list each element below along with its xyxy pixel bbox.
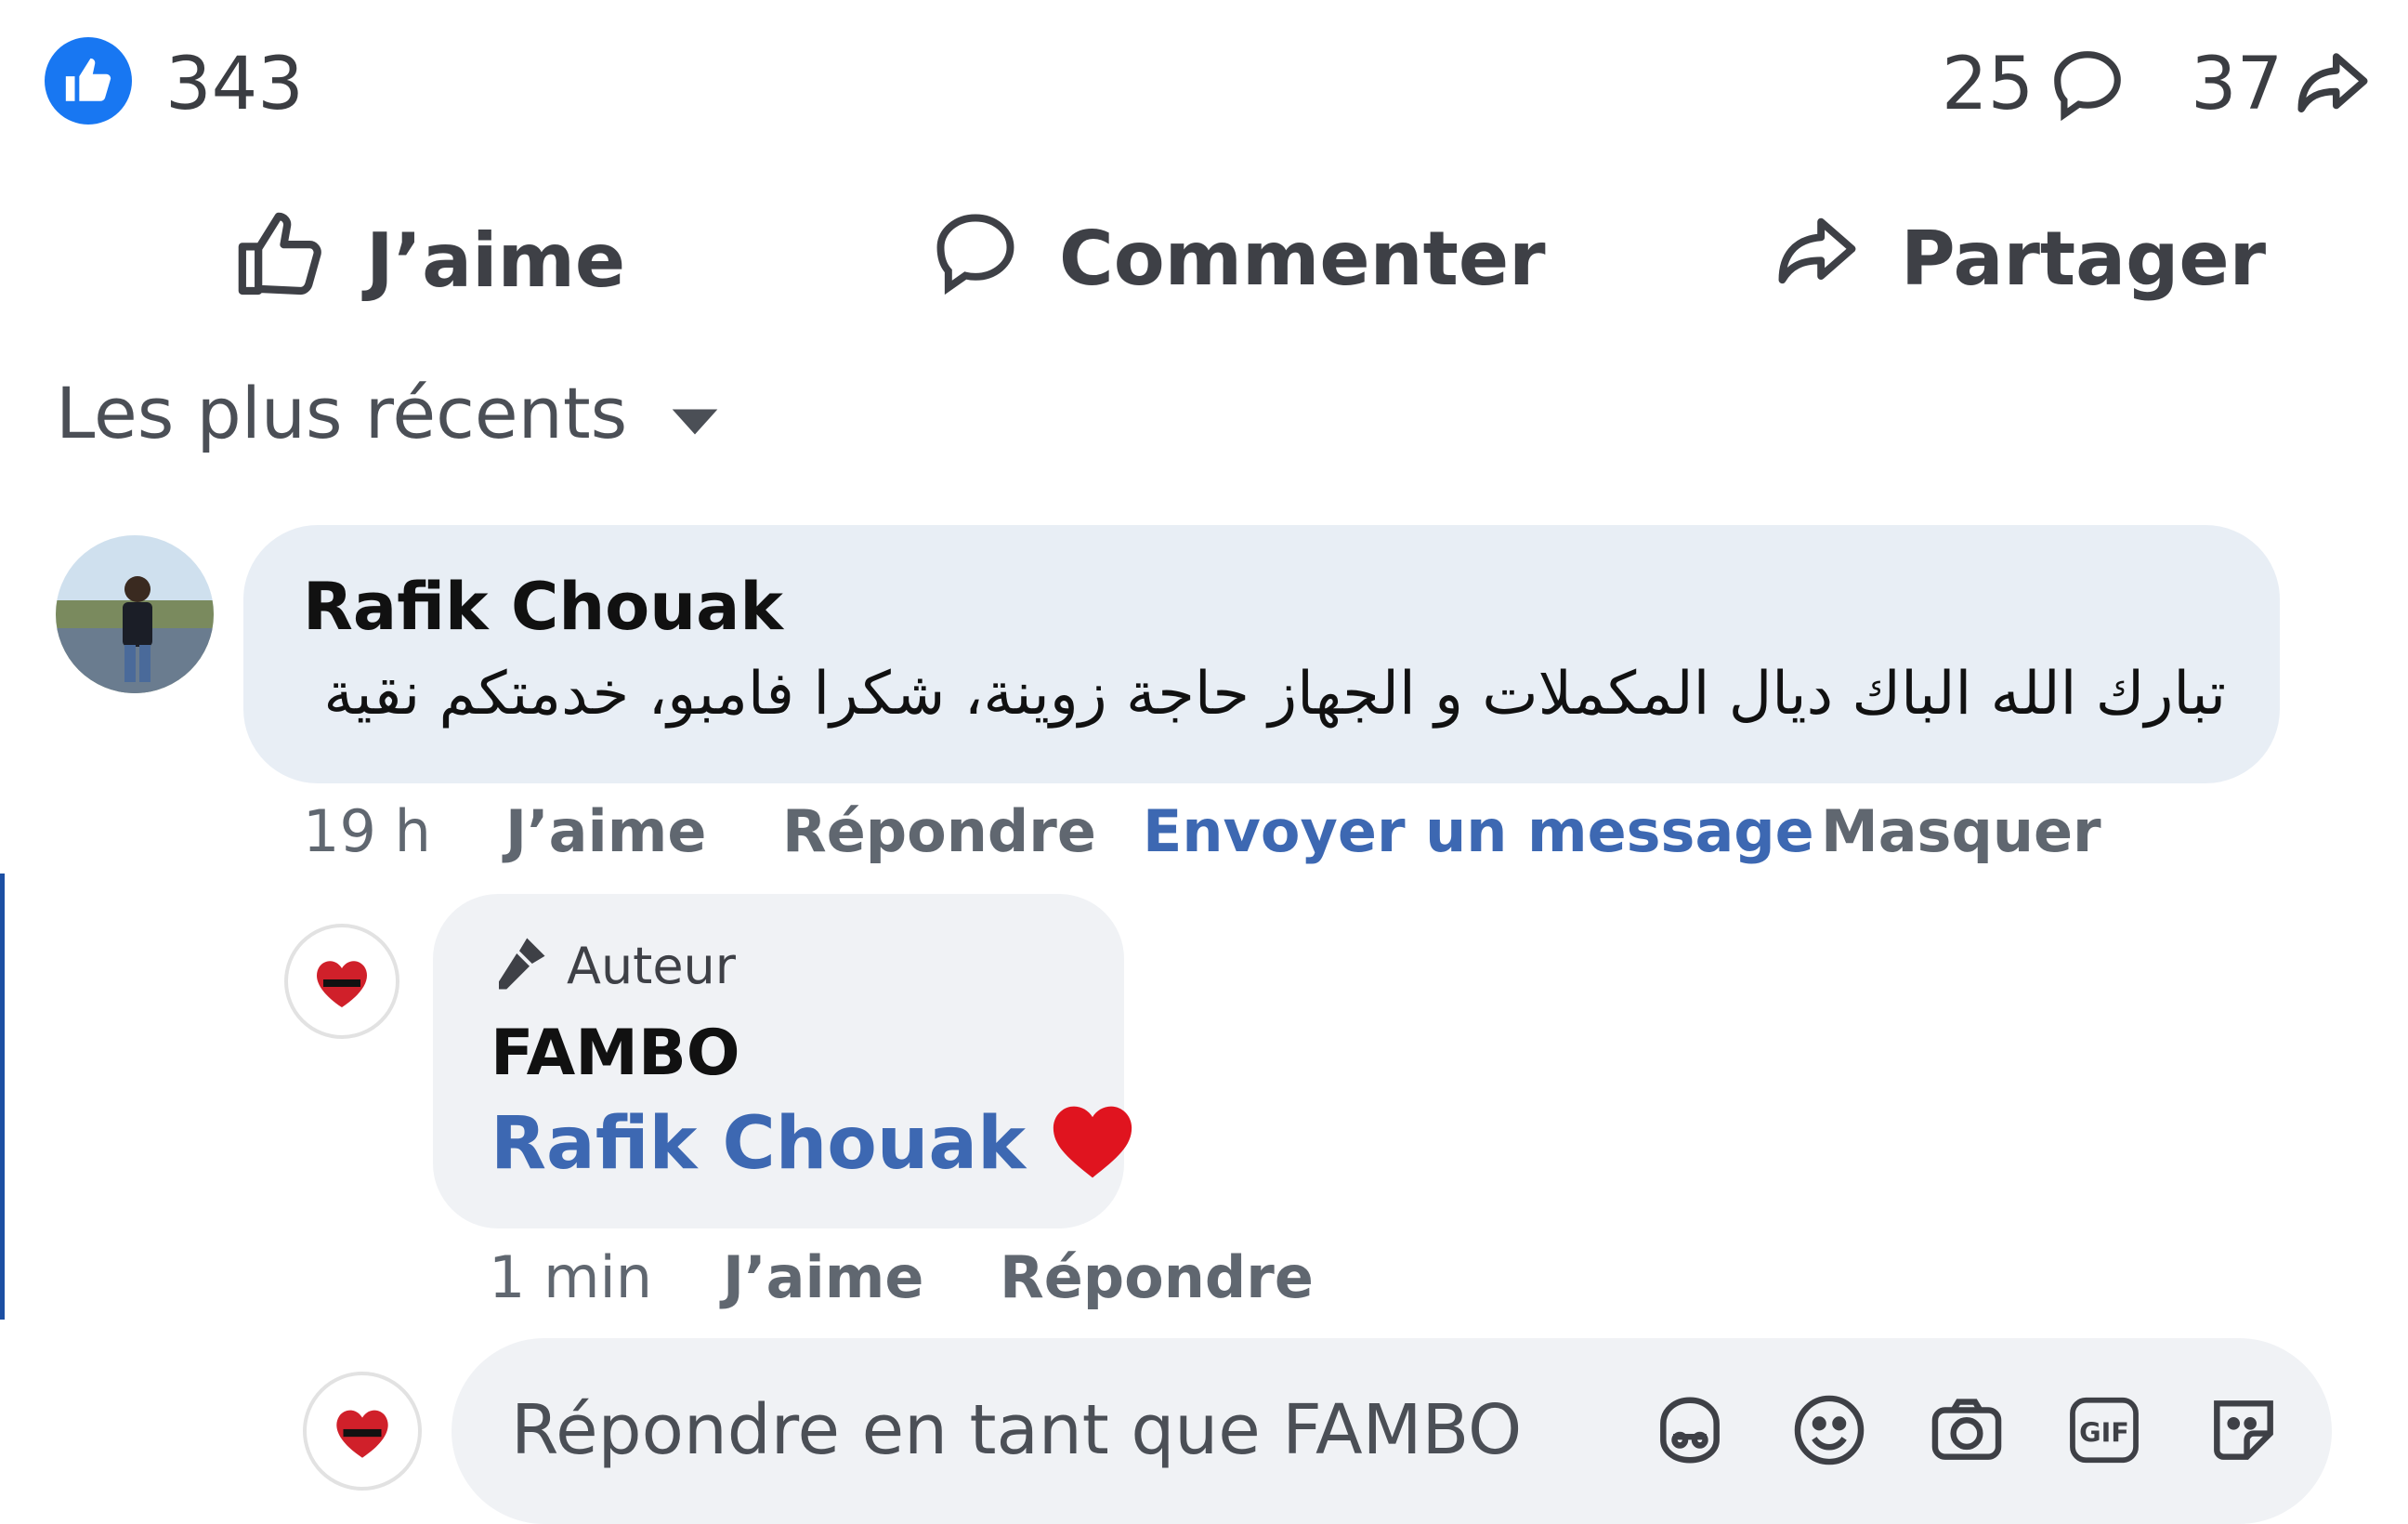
comment-text: تبارك الله الباك ديال المكملات و الجهاز … <box>323 660 2226 729</box>
reply-like-link[interactable]: J’aime <box>723 1249 923 1307</box>
comment-like-link[interactable]: J’aime <box>505 803 706 861</box>
thread-line <box>0 874 5 1320</box>
page-avatar[interactable] <box>284 924 399 1039</box>
like-reaction-icon <box>45 37 132 125</box>
comment-button[interactable]: Commenter <box>929 206 1546 311</box>
sort-label: Les plus récents <box>56 372 628 454</box>
comment-count-icon <box>2048 45 2127 128</box>
share-count-icon <box>2291 43 2375 130</box>
author-badge-label: Auteur <box>567 936 736 995</box>
comment-sort-dropdown[interactable]: Les plus récents <box>56 372 720 454</box>
gif-icon[interactable]: GIF <box>2062 1388 2146 1472</box>
comment-author[interactable]: Rafik Chouak <box>303 569 783 645</box>
sticker-icon[interactable] <box>2202 1388 2285 1472</box>
svg-text:GIF: GIF <box>2079 1417 2129 1449</box>
reply-time[interactable]: 1 min <box>489 1249 652 1307</box>
like-button-label: J’aime <box>366 217 626 304</box>
like-button[interactable]: J’aime <box>232 206 625 315</box>
reply-author[interactable]: FAMBO <box>491 1017 740 1090</box>
send-message-link[interactable]: Envoyer un message <box>1143 803 1814 861</box>
avatar-sticker-icon[interactable] <box>1648 1388 1732 1472</box>
caret-down-icon <box>670 372 720 454</box>
commenter-avatar[interactable] <box>56 535 214 693</box>
comment-time[interactable]: 19 h <box>303 803 431 861</box>
share-icon <box>1771 206 1864 311</box>
like-count[interactable]: 343 <box>165 48 304 121</box>
share-button[interactable]: Partager <box>1771 206 2266 311</box>
author-badge: Auteur <box>489 933 736 998</box>
comment-count[interactable]: 25 <box>1942 48 2034 121</box>
composer-avatar <box>303 1372 422 1491</box>
reply-text: Rafik Chouak <box>491 1102 1135 1186</box>
thumbs-up-icon <box>232 206 329 315</box>
share-count[interactable]: 37 <box>2191 48 2283 121</box>
share-button-label: Partager <box>1901 215 2267 302</box>
heart-icon <box>1050 1102 1135 1186</box>
comment-bubble <box>243 525 2280 783</box>
comment-reply-link[interactable]: Répondre <box>782 803 1096 861</box>
reply-reply-link[interactable]: Répondre <box>1000 1249 1314 1307</box>
microphone-icon <box>489 933 550 998</box>
emoji-icon[interactable] <box>1787 1388 1871 1472</box>
mention-link[interactable]: Rafik Chouak <box>491 1102 1026 1186</box>
comment-button-label: Commenter <box>1059 215 1546 302</box>
camera-icon[interactable] <box>1925 1388 2009 1472</box>
reply-input-placeholder: Répondre en tant que FAMBO <box>511 1390 1523 1470</box>
hide-comment-link[interactable]: Masquer <box>1821 803 2101 861</box>
comment-icon <box>929 206 1022 311</box>
